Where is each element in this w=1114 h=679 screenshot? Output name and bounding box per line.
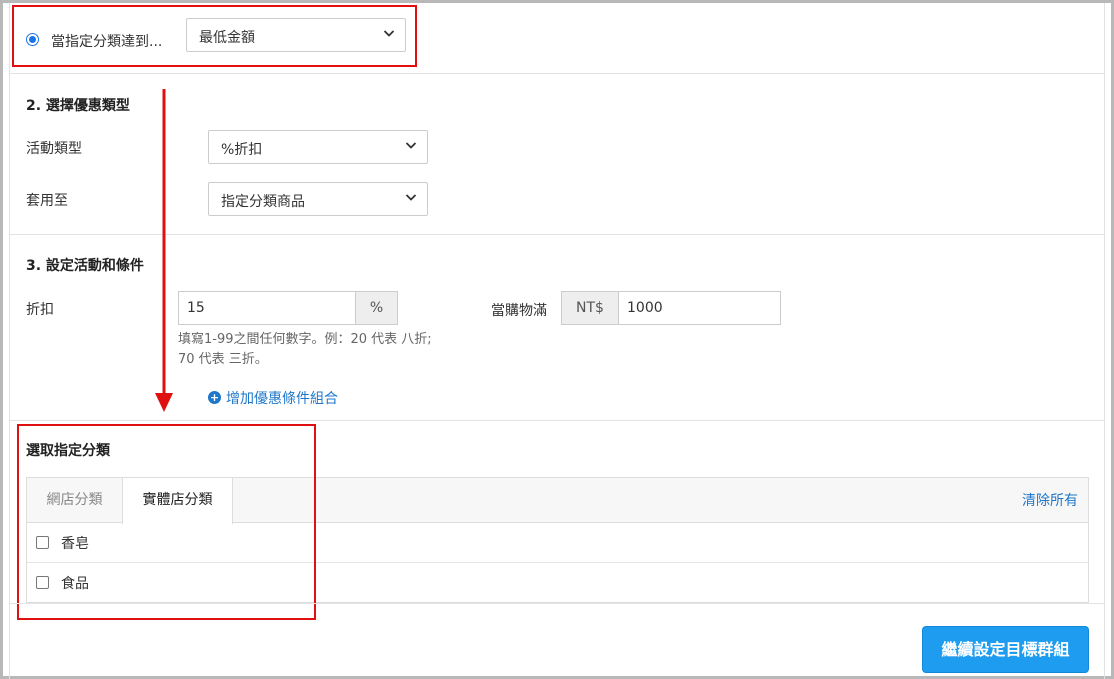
discount-unit-addon: % [355,291,398,325]
section3-title: 3. 設定活動和條件 [26,258,144,274]
discount-hint-line1: 填寫1-99之間任何數字。例：20 代表 八折; [178,332,432,347]
discount-hint-line2: 70 代表 三折。 [178,352,268,367]
section2-title: 2. 選擇優惠類型 [26,98,130,114]
discount-input[interactable]: 15 [178,291,356,325]
apply-to-label: 套用至 [26,193,68,209]
plus-circle-icon[interactable]: + [208,391,221,404]
chevron-down-icon [405,142,417,149]
currency-addon: NT$ [561,291,619,325]
divider [9,420,1105,421]
annotation-arrow-icon [155,89,173,412]
apply-to-select[interactable]: 指定分類商品 [208,182,428,216]
annotation-box-condition [12,5,417,67]
activity-type-value: %折扣 [221,142,263,158]
apply-to-value: 指定分類商品 [221,194,305,210]
divider [9,73,1105,74]
threshold-label: 當購物滿 [491,303,547,319]
divider [9,603,1105,604]
continue-button[interactable]: 繼續設定目標群組 [922,626,1089,673]
threshold-input-value: 1000 [627,300,663,316]
activity-type-label: 活動類型 [26,141,82,157]
chevron-down-icon [405,194,417,201]
discount-input-value: 15 [187,300,205,316]
add-condition-link[interactable]: 增加優惠條件組合 [226,388,338,408]
activity-type-select[interactable]: %折扣 [208,130,428,164]
threshold-input[interactable]: 1000 [618,291,781,325]
discount-label: 折扣 [26,302,54,318]
annotation-box-category [17,424,316,620]
clear-all-link[interactable]: 清除所有 [1022,490,1078,510]
